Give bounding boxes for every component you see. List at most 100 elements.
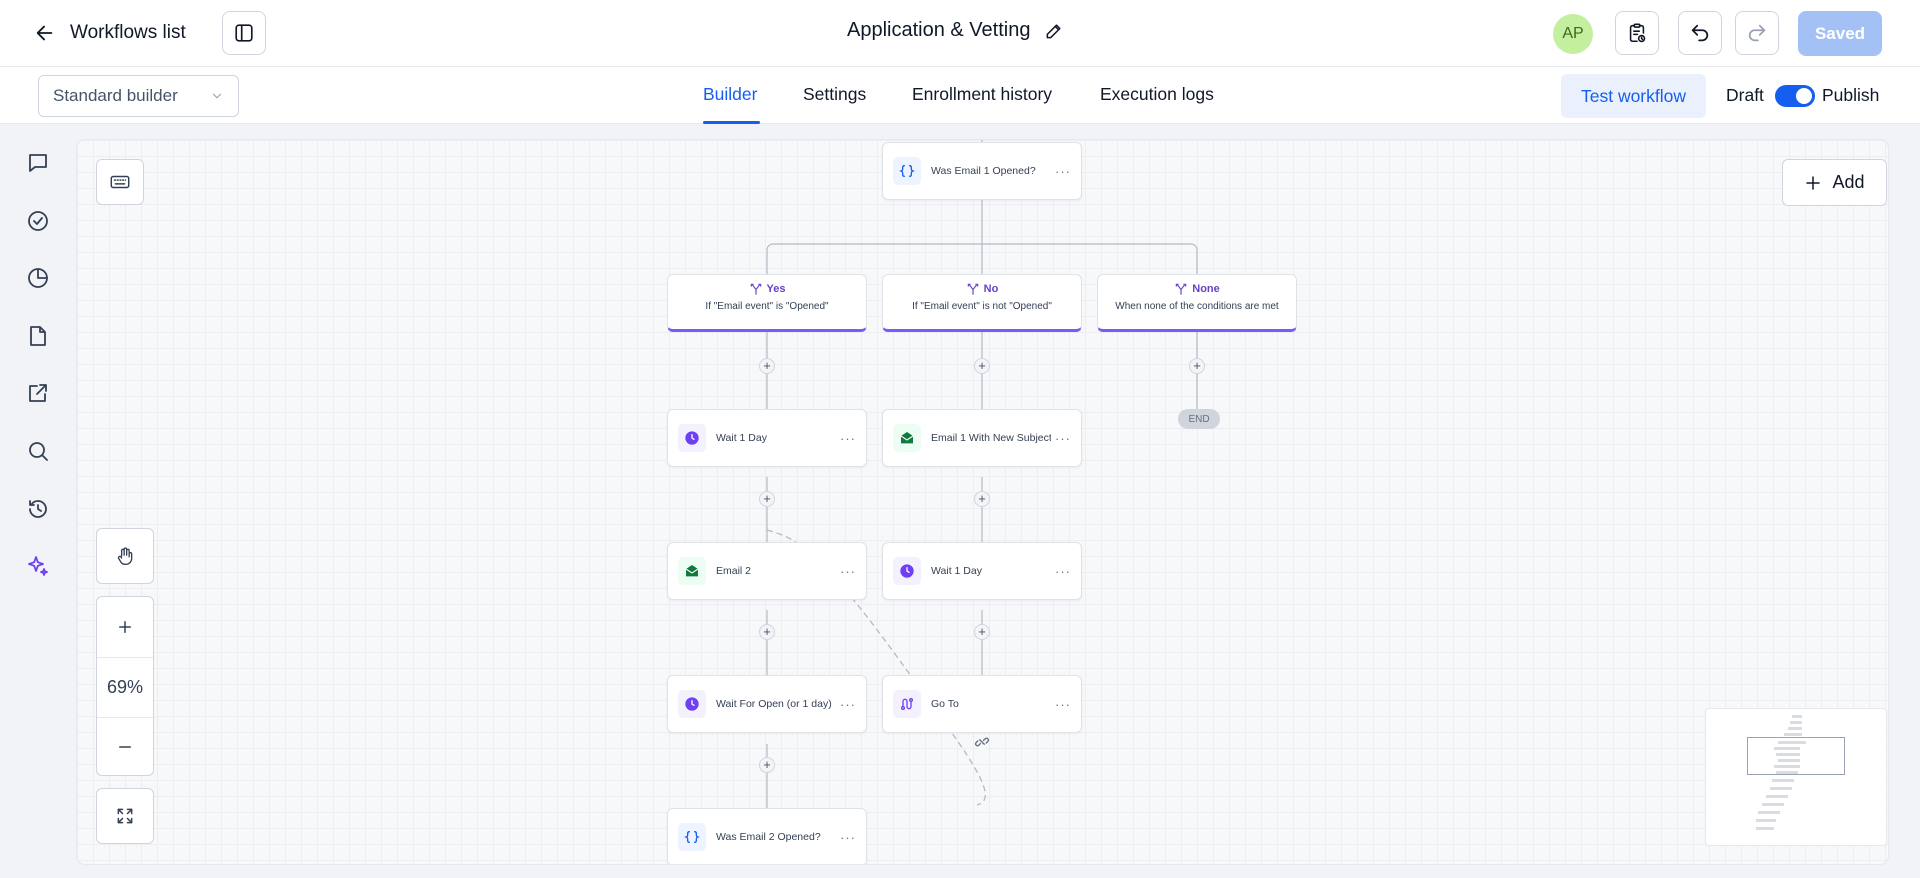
add-step-button[interactable]: + (759, 491, 775, 507)
node-label: Wait 1 Day (716, 432, 767, 444)
route-icon (893, 690, 921, 718)
sparkles-icon[interactable] (24, 552, 52, 580)
node-label: Was Email 2 Opened? (716, 831, 821, 843)
minimap-viewport[interactable] (1747, 737, 1845, 775)
test-workflow-button[interactable]: Test workflow (1561, 74, 1706, 118)
email-node-email1-new-subject[interactable]: Email 1 With New Subject ··· (882, 409, 1082, 467)
node-more-icon[interactable]: ··· (840, 697, 856, 712)
minimap-block (1770, 787, 1792, 790)
fit-view-button[interactable] (96, 788, 154, 844)
workflow-canvas[interactable]: Was Email 1 Opened? ··· Yes If "Email ev… (77, 140, 1888, 864)
clock-icon (893, 557, 921, 585)
redo-icon (1748, 24, 1766, 42)
chevron-down-icon (212, 93, 222, 99)
zoom-out-button[interactable] (97, 717, 153, 777)
tab-execution-logs[interactable]: Execution logs (1100, 84, 1214, 105)
file-icon[interactable] (24, 322, 52, 350)
add-step-button[interactable]: + (759, 624, 775, 640)
draft-label: Draft (1726, 85, 1764, 105)
plus-icon (1806, 175, 1821, 190)
minimap[interactable] (1705, 708, 1887, 846)
wait-node-no[interactable]: Wait 1 Day ··· (882, 542, 1082, 600)
branch-split-icon (967, 283, 978, 295)
branch-description: When none of the conditions are met (1115, 301, 1279, 312)
branch-yes[interactable]: Yes If "Email event" is "Opened" (667, 274, 867, 332)
saved-button[interactable]: Saved (1798, 11, 1882, 56)
search-icon[interactable] (24, 437, 52, 465)
node-label: Was Email 1 Opened? (931, 165, 1036, 177)
email-node-email2[interactable]: Email 2 ··· (667, 542, 867, 600)
back-label: Workflows list (70, 22, 186, 43)
add-trigger-button[interactable]: Add (1782, 159, 1887, 206)
link-broken-icon[interactable] (973, 733, 991, 751)
tab-enrollment-history[interactable]: Enrollment history (912, 84, 1052, 105)
add-step-button[interactable]: + (1189, 358, 1205, 374)
workflow-title-area: Application & Vetting (847, 19, 1064, 42)
condition-node-email2-opened[interactable]: Was Email 2 Opened? ··· (667, 808, 867, 864)
builder-type-value: Standard builder (53, 86, 178, 105)
plus-icon (119, 621, 131, 633)
minimap-block (1792, 715, 1802, 718)
add-step-button[interactable]: + (759, 358, 775, 374)
node-more-icon[interactable]: ··· (840, 431, 856, 446)
arrow-left-icon (36, 25, 53, 41)
wait-node-yes[interactable]: Wait 1 Day ··· (667, 409, 867, 467)
email-icon (893, 424, 921, 452)
branch-description: If "Email event" is not "Opened" (912, 301, 1052, 312)
minimap-block (1756, 819, 1776, 822)
builder-type-select[interactable]: Standard builder (38, 75, 239, 117)
node-more-icon[interactable]: ··· (1055, 431, 1071, 446)
keyboard-shortcuts-button[interactable] (96, 159, 144, 205)
email-icon (678, 557, 706, 585)
branch-none[interactable]: None When none of the conditions are met (1097, 274, 1297, 332)
minimap-block (1758, 811, 1780, 814)
condition-node-email1-opened[interactable]: Was Email 1 Opened? ··· (882, 142, 1082, 200)
publish-toggle[interactable] (1775, 85, 1815, 107)
node-more-icon[interactable]: ··· (840, 564, 856, 579)
check-circle-icon[interactable] (24, 207, 52, 235)
workflow-title: Application & Vetting (847, 19, 1031, 41)
node-label: Go To (931, 698, 959, 710)
minimap-block (1762, 803, 1784, 806)
publish-label: Publish (1822, 85, 1880, 105)
node-more-icon[interactable]: ··· (840, 830, 856, 845)
active-tab-indicator (703, 121, 760, 124)
pencil-edit-icon[interactable] (1044, 21, 1064, 41)
clipboard-icon (1629, 23, 1646, 43)
wait-for-open-node[interactable]: Wait For Open (or 1 day) ··· (667, 675, 867, 733)
branch-split-icon (1176, 283, 1187, 295)
node-more-icon[interactable]: ··· (1055, 564, 1071, 579)
minus-icon (119, 746, 131, 748)
braces-icon (893, 157, 921, 185)
toggle-sidebar-button[interactable] (222, 11, 266, 55)
pan-hand-button[interactable] (96, 528, 154, 584)
history-icon[interactable] (24, 495, 52, 523)
node-more-icon[interactable]: ··· (1055, 697, 1071, 712)
zoom-level: 69% (106, 676, 144, 697)
minimap-block (1766, 795, 1788, 798)
minimap-block (1784, 733, 1802, 736)
minimap-block (1790, 721, 1802, 724)
add-step-button[interactable]: + (974, 491, 990, 507)
external-link-icon[interactable] (24, 379, 52, 407)
expand-icon (117, 808, 133, 824)
workflow-notes-button[interactable] (1615, 11, 1659, 55)
tab-settings[interactable]: Settings (803, 84, 866, 105)
back-to-workflows-button[interactable]: Workflows list (34, 18, 186, 48)
zoom-in-button[interactable] (97, 597, 153, 657)
branch-no[interactable]: No If "Email event" is not "Opened" (882, 274, 1082, 332)
chat-icon[interactable] (24, 149, 52, 177)
add-step-button[interactable]: + (759, 757, 775, 773)
goto-node[interactable]: Go To ··· (882, 675, 1082, 733)
undo-button[interactable] (1678, 11, 1722, 55)
add-step-button[interactable]: + (974, 624, 990, 640)
avatar[interactable]: AP (1553, 14, 1593, 54)
redo-button[interactable] (1735, 11, 1779, 55)
add-step-button[interactable]: + (974, 358, 990, 374)
keyboard-icon (110, 175, 130, 189)
node-more-icon[interactable]: ··· (1055, 164, 1071, 179)
pie-chart-icon[interactable] (24, 264, 52, 292)
branch-title: None (1192, 283, 1220, 295)
sub-bar: Standard builder Builder Settings Enroll… (0, 67, 1920, 124)
tab-builder[interactable]: Builder (703, 84, 757, 105)
